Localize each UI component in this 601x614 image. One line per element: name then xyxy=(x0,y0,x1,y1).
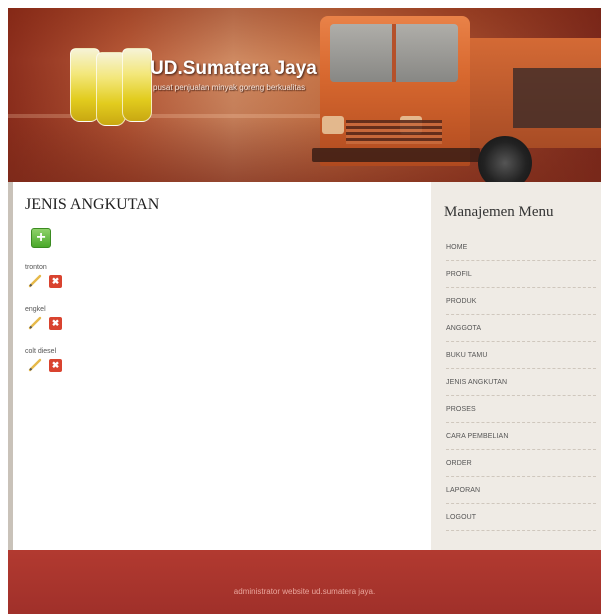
truck-wheel-graphic xyxy=(478,136,532,182)
list-item: engkel ✖ xyxy=(25,306,225,336)
list-item: colt diesel ✖ xyxy=(25,348,225,378)
oil-bottle-icon xyxy=(122,48,152,122)
footer: administrator website ud.sumatera jaya. xyxy=(8,550,601,614)
delete-icon[interactable]: ✖ xyxy=(49,317,62,330)
truck-grille-graphic xyxy=(346,120,442,144)
sidebar-item-produk[interactable]: PRODUK xyxy=(446,288,596,315)
sidebar-title: Manajemen Menu xyxy=(444,204,554,220)
sidebar-menu: HOME PROFIL PRODUK ANGGOTA BUKU TAMU JEN… xyxy=(446,234,596,531)
sidebar-item-laporan[interactable]: LAPORAN xyxy=(446,477,596,504)
page-frame: UD.Sumatera Jaya pusat penjualan minyak … xyxy=(8,8,601,614)
list-item: tronton ✖ xyxy=(25,264,225,294)
sidebar-item-home[interactable]: HOME xyxy=(446,234,596,261)
sidebar-item-profil[interactable]: PROFIL xyxy=(446,261,596,288)
delete-icon[interactable]: ✖ xyxy=(49,275,62,288)
header-banner: UD.Sumatera Jaya pusat penjualan minyak … xyxy=(8,8,601,182)
sidebar-item-anggota[interactable]: ANGGOTA xyxy=(446,315,596,342)
sidebar-item-buku-tamu[interactable]: BUKU TAMU xyxy=(446,342,596,369)
footer-text: administrator website ud.sumatera jaya. xyxy=(233,587,376,596)
sidebar-item-proses[interactable]: PROSES xyxy=(446,396,596,423)
sidebar-item-jenis-angkutan[interactable]: JENIS ANGKUTAN xyxy=(446,369,596,396)
delete-icon[interactable]: ✖ xyxy=(49,359,62,372)
plus-icon: + xyxy=(36,229,46,246)
sidebar: Manajemen Menu HOME PROFIL PRODUK ANGGOT… xyxy=(431,182,601,550)
item-name: tronton xyxy=(25,264,47,271)
pencil-icon[interactable] xyxy=(28,274,42,288)
page-title: JENIS ANGKUTAN xyxy=(25,196,160,213)
add-button[interactable]: + xyxy=(31,228,51,248)
pencil-icon[interactable] xyxy=(28,358,42,372)
content-area: JENIS ANGKUTAN + tronton ✖ engkel ✖ colt… xyxy=(8,182,601,550)
truck-headlight-left xyxy=(322,116,344,134)
truck-windshield-divider xyxy=(392,24,396,82)
sidebar-item-logout[interactable]: LOGOUT xyxy=(446,504,596,531)
brand-title: UD.Sumatera Jaya xyxy=(150,58,317,79)
sidebar-item-order[interactable]: ORDER xyxy=(446,450,596,477)
truck-cargo-graphic xyxy=(513,68,601,128)
sidebar-item-cara-pembelian[interactable]: CARA PEMBELIAN xyxy=(446,423,596,450)
item-name: colt diesel xyxy=(25,348,57,355)
brand-subtitle: pusat penjualan minyak goreng berkualita… xyxy=(153,83,306,92)
truck-bumper-graphic xyxy=(312,148,480,162)
pencil-icon[interactable] xyxy=(28,316,42,330)
oil-bottles-logo xyxy=(70,48,154,126)
main-content: JENIS ANGKUTAN + tronton ✖ engkel ✖ colt… xyxy=(13,182,431,550)
item-name: engkel xyxy=(25,306,46,313)
